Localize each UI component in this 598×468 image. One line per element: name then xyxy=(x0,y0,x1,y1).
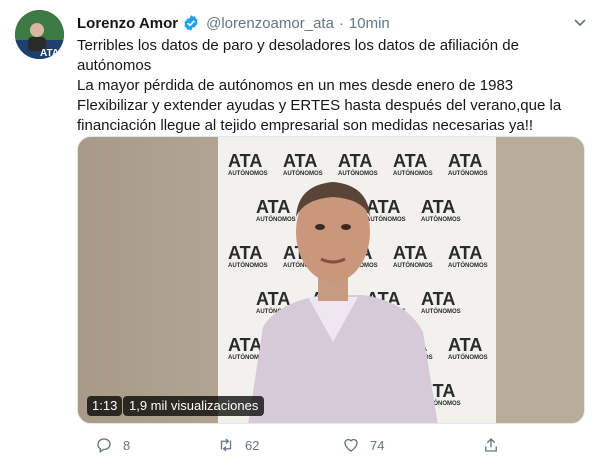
verified-badge-icon xyxy=(184,15,198,31)
backdrop-logo: ATA xyxy=(283,151,317,171)
author-name[interactable]: Lorenzo Amor xyxy=(77,15,178,32)
backdrop-logo-sub: AUTÓNOMOS xyxy=(393,169,433,177)
backdrop-logo-sub: AUTÓNOMOS xyxy=(228,261,268,269)
tweet-text-line: La mayor pérdida de autónomos en un mes … xyxy=(77,77,514,94)
backdrop-logo-sub: AUTÓNOMOS xyxy=(228,169,268,177)
reply-icon xyxy=(97,438,111,454)
backdrop-logo: ATA xyxy=(448,335,482,355)
backdrop-logo: ATA xyxy=(393,243,427,263)
backdrop-logo-sub: AUTÓNOMOS xyxy=(283,169,323,177)
backdrop-logo-sub: AUTÓNOMOS xyxy=(421,307,461,315)
video-player[interactable]: ATA AUTÓNOMOS ATA AUTÓNOMOS ATA AUTÓNOMOS ATA A… xyxy=(77,136,585,424)
tweet-text-line: Terribles los datos de paro y desoladore… xyxy=(77,37,519,54)
tweet-header: Lorenzo Amor @lorenzoamor_ata · 10min xyxy=(77,12,390,34)
backdrop-logo: ATA xyxy=(228,243,262,263)
retweet-icon xyxy=(220,438,232,452)
backdrop-logo: ATA xyxy=(228,151,262,171)
backdrop-logo: ATA xyxy=(228,335,262,355)
tweet[interactable]: ATA Lorenzo Amor @lorenzoamor_ata · 10mi… xyxy=(0,0,598,468)
backdrop-logo-sub: AUTÓNOMOS xyxy=(393,261,433,269)
backdrop-logo: ATA xyxy=(256,289,290,309)
like-button[interactable]: 74 xyxy=(342,434,384,456)
backdrop-logo-sub: AUTÓNOMOS xyxy=(338,169,378,177)
separator-dot: · xyxy=(338,14,344,32)
backdrop-logo: ATA xyxy=(421,289,455,309)
backdrop-logo: ATA xyxy=(448,151,482,171)
tweet-text-line: Flexibilizar y extender ayudas y ERTES h… xyxy=(77,97,562,114)
backdrop-logo: ATA xyxy=(448,243,482,263)
avatar[interactable]: ATA xyxy=(15,10,64,59)
backdrop-logo: ATA xyxy=(393,151,427,171)
reply-button[interactable]: 8 xyxy=(95,434,130,456)
retweet-count: 62 xyxy=(245,437,260,453)
tweet-text: Terribles los datos de paro y desoladore… xyxy=(77,36,577,136)
backdrop-logo-sub: AUTÓNOMOS xyxy=(366,215,406,223)
backdrop-logo-sub: AUTÓNOMOS xyxy=(256,215,296,223)
author-handle[interactable]: @lorenzoamor_ata xyxy=(206,15,334,32)
retweet-button[interactable]: 62 xyxy=(217,434,259,456)
heart-icon xyxy=(344,438,358,452)
backdrop-logo: ATA xyxy=(256,197,290,217)
backdrop-logo-sub: AUTÓNOMOS xyxy=(448,353,488,361)
backdrop-logo: ATA xyxy=(338,151,372,171)
tweet-time[interactable]: 10min xyxy=(349,15,390,32)
backdrop-logo-sub: AUTÓNOMOS xyxy=(448,169,488,177)
video-duration: 1:13 xyxy=(87,396,123,416)
backdrop-logo: ATA xyxy=(366,197,400,217)
backdrop-logo-sub: AUTÓNOMOS xyxy=(448,261,488,269)
backdrop-logo: ATA xyxy=(421,197,455,217)
share-button[interactable] xyxy=(482,434,500,456)
video-view-count: 1,9 mil visualizaciones xyxy=(123,396,265,416)
tweet-actions: 8 62 74 xyxy=(77,434,577,456)
reply-count: 8 xyxy=(123,437,131,453)
share-icon xyxy=(485,438,497,452)
tweet-text-line: financiación llegue al tejido empresaria… xyxy=(77,117,534,134)
like-count: 74 xyxy=(370,437,385,453)
tweet-text-line: autónomos xyxy=(77,57,152,74)
chevron-down-icon[interactable] xyxy=(572,14,588,30)
avatar-logo-text: ATA xyxy=(40,48,59,59)
backdrop-logo-sub: AUTÓNOMOS xyxy=(421,215,461,223)
